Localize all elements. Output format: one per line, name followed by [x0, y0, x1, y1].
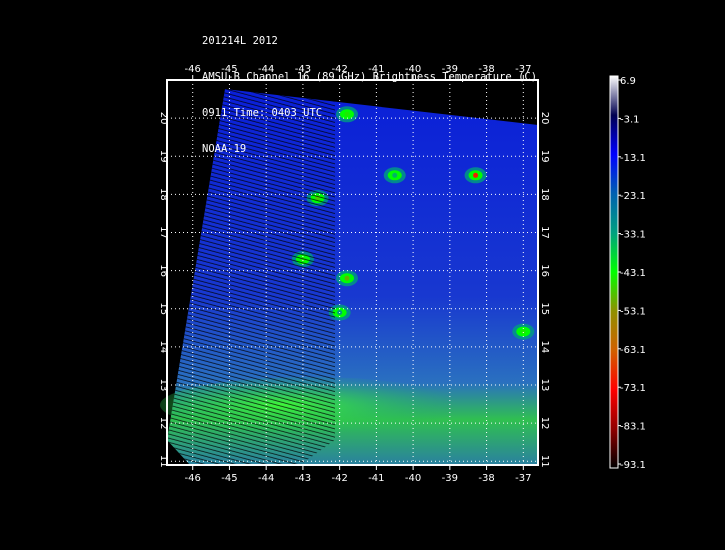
lat-tick-label-left: 16 [158, 264, 169, 277]
convective-band [160, 377, 460, 433]
colorbar: 6.9 -3.1 -13.1 -23.1 -33.1 -43.1 -53.1 -63.1 -73… [609, 75, 646, 471]
lat-tick-label-right: 11 [539, 455, 550, 468]
colorbar-scale [609, 75, 619, 469]
cloud-feature [468, 170, 483, 181]
colorbar-label: -3.1 [620, 114, 640, 125]
colorbar-label: -33.1 [620, 230, 646, 241]
lon-tick-label-bottom: -45 [221, 473, 237, 484]
lon-tick-label-bottom: -39 [442, 473, 458, 484]
cloud-feature [332, 307, 347, 318]
lat-tick-label-left: 12 [158, 417, 169, 430]
lat-tick-label-left: 19 [158, 150, 169, 163]
lon-tick-label-bottom: -44 [258, 473, 274, 484]
lon-tick-label-bottom: -38 [478, 473, 494, 484]
colorbar-label: 6.9 [620, 76, 636, 87]
lat-tick-label-right: 16 [539, 264, 550, 277]
cloud-feature [310, 193, 325, 204]
cloud-feature [516, 326, 531, 337]
title-line-1: 201214L 2012 [202, 35, 278, 47]
colorbar-label: -23.1 [620, 191, 646, 202]
lon-tick-label-bottom: -43 [295, 473, 311, 484]
lat-tick-label-left: 17 [158, 226, 169, 239]
plot-title: 201214L 2012 AMSU-B Channel 16 (89 GHz) … [202, 11, 537, 167]
colorbar-label: -43.1 [620, 268, 646, 279]
lat-tick-label-right: 12 [539, 417, 550, 430]
lat-tick-label-right: 15 [539, 302, 550, 315]
title-line-3: 0911 Time: 0403 UTC [202, 107, 323, 119]
colorbar-label: -13.1 [620, 153, 646, 164]
cloud-feature-core [337, 310, 343, 316]
lat-tick-label-right: 18 [539, 188, 550, 201]
title-line-4: NOAA-19 [202, 143, 247, 155]
colorbar-label: -73.1 [620, 383, 646, 394]
cloud-feature-halo [383, 167, 406, 184]
cloud-feature [339, 273, 354, 284]
cloud-feature-core [300, 256, 306, 262]
colorbar-label: -93.1 [620, 460, 646, 471]
cloud-feature-halo [306, 190, 329, 207]
lon-tick-label-bottom: -42 [331, 473, 347, 484]
lat-tick-label-right: 20 [539, 112, 550, 125]
colorbar-label: -83.1 [620, 422, 646, 433]
cloud-feature-core [520, 329, 526, 335]
title-line-2: AMSU-B Channel 16 (89 GHz) Brightness Te… [202, 71, 538, 83]
cloud-feature [295, 254, 310, 265]
cloud-feature-halo [291, 251, 314, 268]
cloud-feature-halo [335, 270, 358, 287]
lat-tick-label-left: 14 [158, 340, 169, 353]
cloud-feature-halo [328, 304, 351, 321]
lat-tick-label-left: 20 [158, 112, 169, 125]
lat-tick-label-right: 14 [539, 340, 550, 353]
cloud-feature [387, 170, 402, 181]
lat-tick-label-left: 11 [158, 455, 169, 468]
cloud-feature-halo [464, 167, 487, 184]
cloud-feature-core [473, 172, 479, 178]
lat-tick-label-left: 18 [158, 188, 169, 201]
cloud-feature-core [344, 275, 350, 281]
colorbar-label: -53.1 [620, 306, 646, 317]
lon-tick-label-bottom: -46 [185, 473, 201, 484]
lat-tick-label-right: 13 [539, 379, 550, 392]
lat-tick-label-right: 19 [539, 150, 550, 163]
cloud-feature-core [392, 172, 398, 178]
colorbar-label: -63.1 [620, 345, 646, 356]
lon-tick-label-bottom: -37 [515, 473, 531, 484]
lon-tick-label-bottom: -40 [405, 473, 421, 484]
lat-tick-label-left: 15 [158, 302, 169, 315]
lon-tick-label-top: -46 [185, 64, 201, 75]
lat-tick-label-left: 13 [158, 379, 169, 392]
lat-tick-label-right: 17 [539, 226, 550, 239]
cloud-feature-halo [512, 323, 535, 340]
cloud-feature-core [315, 195, 321, 201]
lon-tick-label-bottom: -41 [368, 473, 384, 484]
